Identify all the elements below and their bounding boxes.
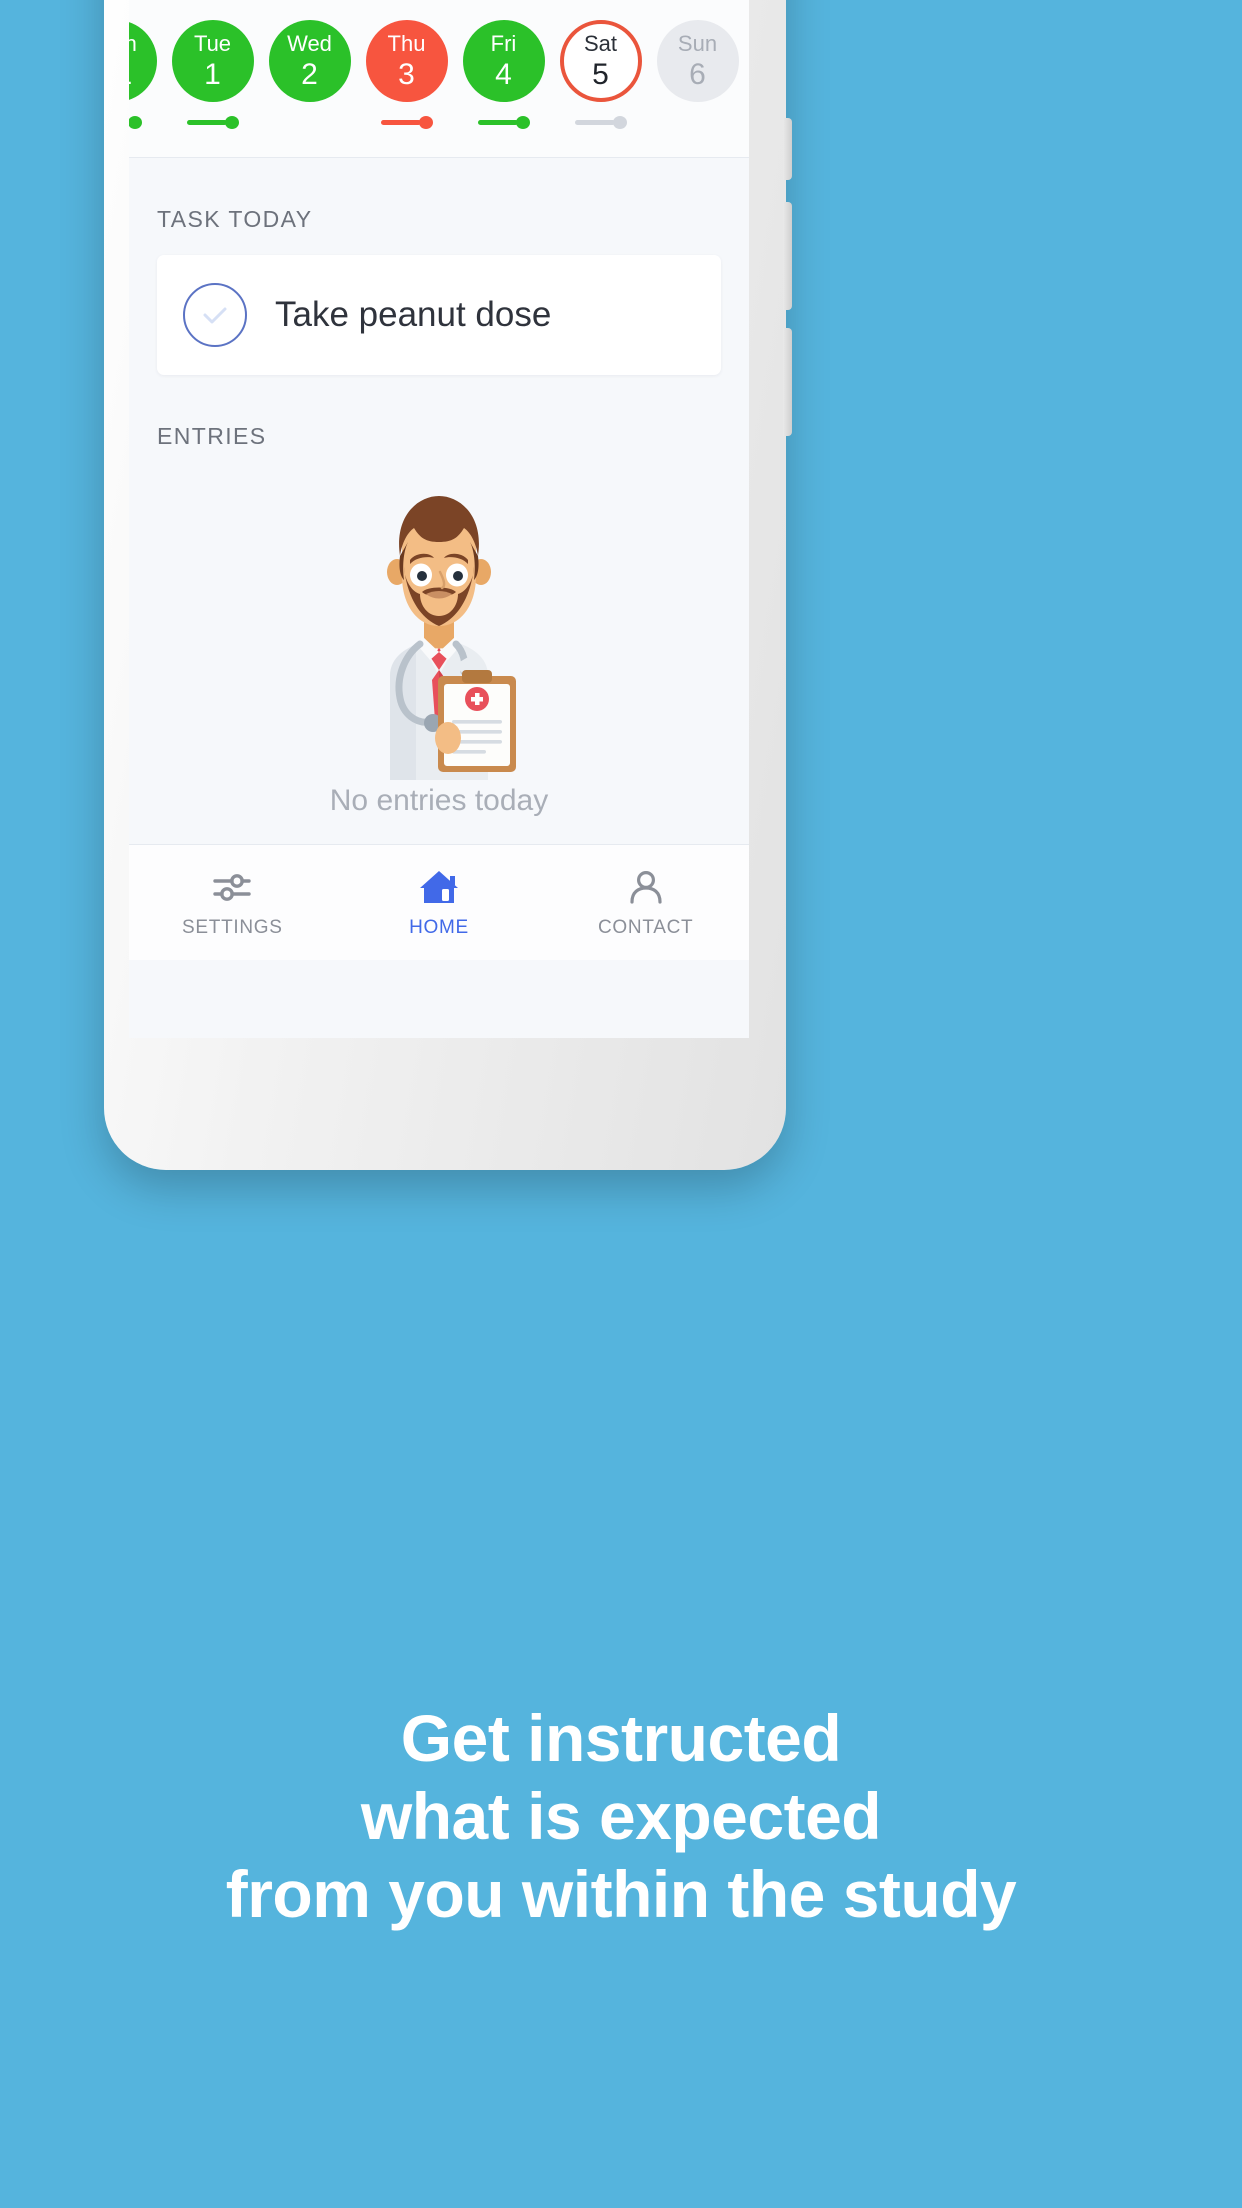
marketing-caption: Get instructed what is expected from you w… bbox=[0, 1700, 1242, 1934]
check-icon bbox=[203, 307, 227, 324]
phone-screen: Diary Add Reaction Mon31Tue1Wed2Thu3Fri4… bbox=[129, 0, 749, 1038]
home-icon bbox=[417, 867, 461, 907]
entries-label: ENTRIES bbox=[157, 423, 267, 449]
day-cell-mon-7[interactable]: Mon7 bbox=[746, 20, 749, 128]
day-number: 2 bbox=[301, 57, 318, 91]
day-cell-wed-2[interactable]: Wed 2 bbox=[261, 20, 358, 128]
day-status-marker bbox=[129, 116, 142, 129]
nav-item-label: HOME bbox=[409, 916, 469, 938]
day-name: Fri bbox=[490, 30, 517, 56]
day-name: Mon bbox=[129, 32, 137, 55]
entries-empty-state: No entries today bbox=[157, 472, 721, 818]
caption-line: what is expected bbox=[360, 1778, 882, 1853]
day-circle: Mon 31 bbox=[129, 20, 157, 102]
sliders-icon bbox=[210, 867, 254, 907]
phone-volume-down-button bbox=[783, 328, 792, 436]
day-circle: Fri 4 bbox=[462, 20, 545, 102]
empty-entries-text: No entries today bbox=[329, 784, 549, 817]
day-circle: Sun 6 bbox=[656, 20, 739, 102]
doctor-with-clipboard-illustration bbox=[387, 496, 516, 780]
bottom-navigation-bar: SETTINGS HOME CONTACT bbox=[129, 844, 749, 960]
day-name: Tue bbox=[193, 30, 232, 56]
day-cell-mon-31[interactable]: Mon 31 bbox=[129, 20, 164, 129]
task-today-label: TASK TODAY bbox=[157, 206, 313, 232]
day-circle: Thu 3 bbox=[365, 20, 448, 102]
day-number: 3 bbox=[398, 57, 415, 91]
task-label: Take peanut dose bbox=[275, 295, 552, 334]
day-number: 4 bbox=[495, 57, 512, 91]
day-name: Thu bbox=[387, 30, 426, 56]
phone-volume-up-button bbox=[783, 202, 792, 310]
app-header: Diary Add Reaction bbox=[129, 0, 749, 16]
person-icon bbox=[624, 867, 668, 907]
task-card[interactable]: Take peanut dose bbox=[157, 255, 721, 375]
day-cell-tue-1[interactable]: Tue 1 bbox=[164, 20, 261, 129]
nav-item-label: CONTACT bbox=[598, 916, 694, 938]
nav-item-contact[interactable]: CONTACT bbox=[542, 845, 749, 960]
day-number: 1 bbox=[204, 57, 221, 91]
week-day-track: Mon31Tue1Wed2Thu3Fri4Sat5Sun6Mon7 bbox=[129, 20, 749, 129]
nav-item-home[interactable]: HOME bbox=[336, 845, 543, 960]
day-number: 5 bbox=[592, 57, 609, 91]
app-content-area: TASK TODAY Take peanut dose ENTRIES No e… bbox=[129, 158, 749, 960]
day-cell-thu-3[interactable]: Thu 3 bbox=[358, 20, 455, 129]
day-name: Wed bbox=[287, 30, 332, 56]
day-status-marker bbox=[574, 116, 627, 129]
day-status-marker bbox=[186, 116, 239, 129]
task-checkbox[interactable] bbox=[183, 283, 247, 347]
day-circle: Wed 2 bbox=[268, 20, 351, 102]
caption-line: Get instructed bbox=[400, 1701, 842, 1775]
phone-mute-button bbox=[783, 118, 792, 180]
nav-item-label: SETTINGS bbox=[182, 916, 283, 938]
day-status-marker bbox=[380, 116, 433, 129]
day-status-marker bbox=[477, 116, 530, 129]
day-number: 6 bbox=[689, 57, 706, 91]
day-name: Sun bbox=[677, 30, 718, 56]
day-cell-fri-4[interactable]: Fri 4 bbox=[455, 20, 552, 129]
day-circle: Sat 5 bbox=[559, 20, 642, 102]
caption-line: from you within the study bbox=[225, 1856, 1017, 1931]
day-number: 31 bbox=[129, 59, 132, 90]
week-day-strip[interactable]: Mon31Tue1Wed2Thu3Fri4Sat5Sun6Mon7 bbox=[129, 16, 749, 158]
day-name: Sat bbox=[583, 30, 618, 56]
day-cell-sat-5[interactable]: Sat 5 bbox=[552, 20, 649, 129]
day-cell-sun-6[interactable]: Sun 6 bbox=[649, 20, 746, 128]
day-circle: Tue 1 bbox=[171, 20, 254, 102]
nav-item-settings[interactable]: SETTINGS bbox=[129, 845, 336, 960]
phone-device-frame: Diary Add Reaction Mon31Tue1Wed2Thu3Fri4… bbox=[104, 0, 792, 1170]
